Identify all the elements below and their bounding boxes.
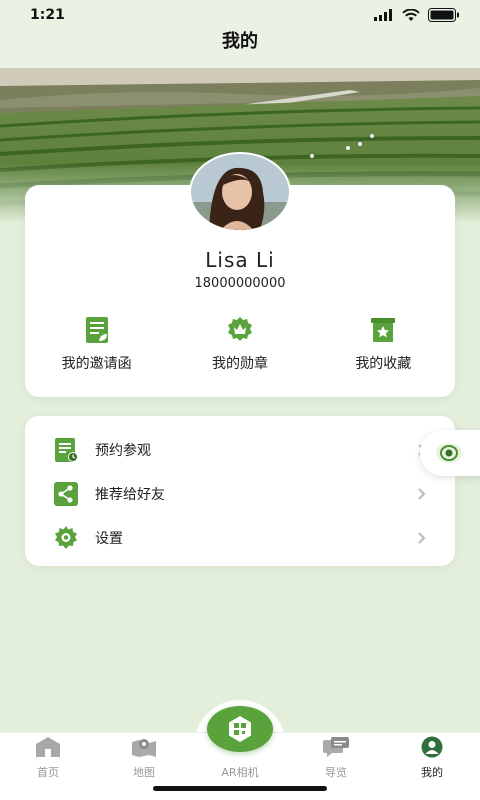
guide-icon <box>323 737 349 757</box>
ar-camera-icon <box>229 716 251 742</box>
status-time: 1:21 <box>30 7 65 23</box>
my-favorites-label: 我的收藏 <box>355 356 412 372</box>
battery-icon <box>428 8 459 22</box>
avatar[interactable] <box>189 152 291 232</box>
menu-label-share: 推荐给好友 <box>95 487 165 503</box>
share-icon <box>54 482 78 506</box>
status-bar: 1:21 <box>0 0 480 30</box>
settings-icon <box>55 526 77 549</box>
menu-label-settings: 设置 <box>95 531 123 547</box>
tab-label-ar-camera: AR相机 <box>221 766 259 779</box>
tab-profile[interactable]: 我的 <box>384 736 480 782</box>
menu-item-share[interactable]: 推荐给好友 <box>25 472 455 516</box>
tab-map[interactable]: 地图 <box>96 736 192 782</box>
menu-item-settings[interactable]: 设置 <box>25 516 455 560</box>
eye-icon <box>436 443 462 463</box>
tab-label-guide: 导览 <box>325 766 347 779</box>
chevron-right-icon <box>418 532 426 544</box>
menu-item-appointment[interactable]: 预约参观 <box>25 428 455 472</box>
menu-label-appointment: 预约参观 <box>95 443 151 459</box>
home-indicator <box>153 786 327 791</box>
menu-card: 预约参观 推荐给好友 设置 <box>25 416 455 566</box>
status-icons <box>374 8 460 22</box>
my-favorites-button[interactable]: 我的收藏 <box>323 315 443 375</box>
medal-icon <box>227 317 252 341</box>
my-medals-button[interactable]: 我的勋章 <box>180 315 300 375</box>
tab-label-profile: 我的 <box>421 766 443 779</box>
chevron-right-icon <box>418 488 426 500</box>
floating-view-button[interactable] <box>420 430 480 476</box>
home-icon <box>36 737 60 757</box>
quick-actions: 我的邀请函 我的勋章 我的收藏 <box>25 315 455 375</box>
user-phone: 18000000000 <box>194 276 286 291</box>
my-invitations-label: 我的邀请函 <box>61 356 132 372</box>
tab-label-map: 地图 <box>133 766 155 779</box>
tab-home[interactable]: 首页 <box>0 736 96 782</box>
my-invitations-button[interactable]: 我的邀请函 <box>37 315 157 375</box>
appointment-icon <box>55 438 78 462</box>
tab-label-home: 首页 <box>37 766 59 779</box>
page-title: 我的 <box>222 31 258 52</box>
signal-icon <box>374 9 392 21</box>
favorites-icon <box>371 318 396 342</box>
map-icon <box>132 739 156 757</box>
profile-icon <box>421 736 443 758</box>
invitation-icon <box>85 317 108 343</box>
my-medals-label: 我的勋章 <box>211 356 268 372</box>
wifi-icon <box>402 8 420 21</box>
ar-camera-button[interactable] <box>207 706 273 752</box>
tab-guide[interactable]: 导览 <box>288 736 384 782</box>
user-name: Lisa Li <box>205 248 275 272</box>
